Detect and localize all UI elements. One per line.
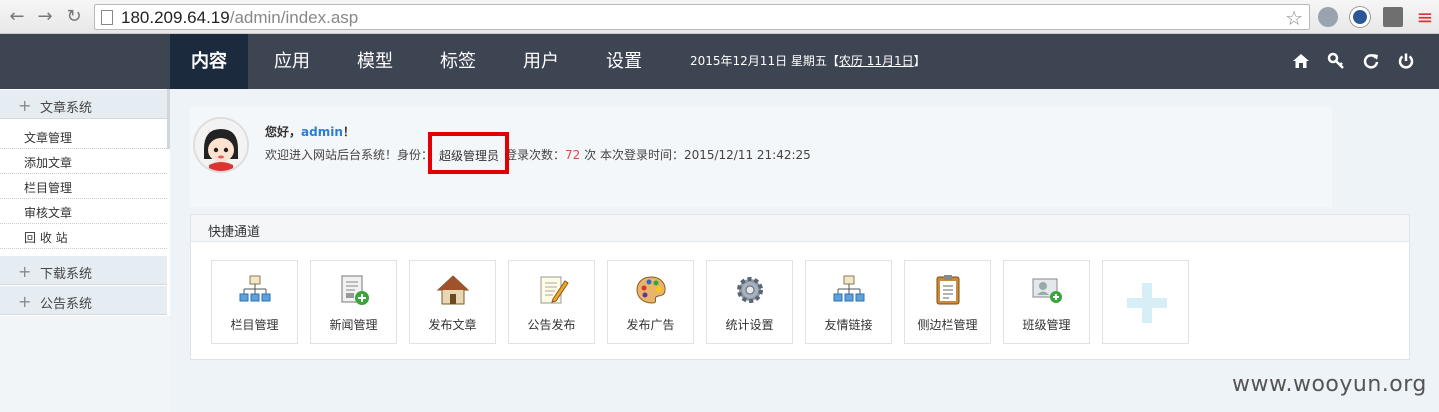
sitemap-icon xyxy=(239,275,271,302)
sidebar-group-downloads[interactable]: + 下载系统 xyxy=(0,255,167,285)
quick-tile-column-manage[interactable]: 栏目管理 xyxy=(211,260,298,344)
quick-tile-publish-notice[interactable]: 公告发布 xyxy=(508,260,595,344)
date-display: 2015年12月11日 星期五【农历 11月1日】 xyxy=(690,54,926,68)
address-bar[interactable]: 180.209.64.19/admin/index.asp ☆ xyxy=(94,4,1310,30)
login-info: 欢迎进入网站后台系统！身份： 登录次数：72 次 本次登录时间：2015/12/1… xyxy=(265,148,811,162)
page-icon xyxy=(101,10,113,25)
greeting: 您好，admin！ xyxy=(265,125,355,139)
menu-icon[interactable]: ≡ xyxy=(1414,6,1436,28)
news-add-icon xyxy=(341,275,369,305)
tile-label: 新闻管理 xyxy=(329,318,378,332)
extension-icon[interactable] xyxy=(1383,7,1403,27)
plus-icon: + xyxy=(18,262,32,281)
tile-label: 统计设置 xyxy=(725,318,774,332)
quick-access-panel: 快捷通道 栏目管理 新闻管理 发布文章 公告发布 发布广告 统计设置 友情链接 xyxy=(190,214,1410,360)
plus-icon: + xyxy=(18,96,32,115)
sidebar: + 文章系统 文章管理 添加文章 栏目管理 审核文章 回 收 站 + 下载系统 … xyxy=(0,89,171,412)
tile-label: 友情链接 xyxy=(824,318,873,332)
tab-tags[interactable]: 标签 xyxy=(418,34,498,89)
login-count: 72 xyxy=(565,148,581,162)
notepad-pencil-icon xyxy=(540,276,569,304)
tab-users[interactable]: 用户 xyxy=(501,34,581,89)
sidebar-item-review-article[interactable]: 审核文章 xyxy=(0,199,167,224)
sidebar-group-articles[interactable]: + 文章系统 xyxy=(0,89,167,119)
username-link[interactable]: admin xyxy=(301,125,343,139)
item-label: 审核文章 xyxy=(24,206,73,220)
group-label: 文章系统 xyxy=(40,101,93,116)
sitemap-icon xyxy=(833,275,865,302)
quick-tile-add[interactable] xyxy=(1102,260,1189,344)
key-icon[interactable] xyxy=(1327,52,1345,70)
tile-label: 发布文章 xyxy=(428,318,477,332)
tile-label: 发布广告 xyxy=(626,318,675,332)
tab-content[interactable]: 内容 xyxy=(170,34,248,89)
sidebar-item-article-manage[interactable]: 文章管理 xyxy=(0,124,167,149)
tab-apps[interactable]: 应用 xyxy=(252,34,332,89)
quick-tile-class-manage[interactable]: 班级管理 xyxy=(1003,260,1090,344)
tile-label: 侧边栏管理 xyxy=(917,318,978,332)
group-label: 下载系统 xyxy=(40,267,93,282)
item-label: 栏目管理 xyxy=(24,181,73,195)
ie-tab-icon[interactable] xyxy=(1350,7,1370,27)
main-content: 您好，admin！ 欢迎进入网站后台系统！身份： 登录次数：72 次 本次登录时间… xyxy=(170,89,1439,412)
sidebar-item-column-manage[interactable]: 栏目管理 xyxy=(0,174,167,199)
item-label: 回 收 站 xyxy=(24,231,68,245)
power-icon[interactable] xyxy=(1397,52,1415,70)
role-text: 超级管理员 xyxy=(439,149,500,163)
forward-arrow-icon[interactable]: → xyxy=(34,6,56,28)
tile-label: 班级管理 xyxy=(1022,318,1071,332)
back-arrow-icon[interactable]: ← xyxy=(6,6,28,28)
sidebar-empty-area xyxy=(0,316,170,412)
url-text: 180.209.64.19/admin/index.asp xyxy=(121,8,359,27)
quick-tile-news-manage[interactable]: 新闻管理 xyxy=(310,260,397,344)
tab-models[interactable]: 模型 xyxy=(335,34,415,89)
quick-tile-publish-ad[interactable]: 发布广告 xyxy=(607,260,694,344)
quick-tile-publish-article[interactable]: 发布文章 xyxy=(409,260,496,344)
quick-tile-friend-links[interactable]: 友情链接 xyxy=(805,260,892,344)
lunar-date-link[interactable]: 农历 11月1日 xyxy=(839,54,914,68)
item-label: 添加文章 xyxy=(24,156,73,170)
reload-icon[interactable]: ↻ xyxy=(63,6,85,28)
group-label: 公告系统 xyxy=(40,297,93,312)
tile-label: 栏目管理 xyxy=(230,318,279,332)
sidebar-group-notices[interactable]: + 公告系统 xyxy=(0,285,167,315)
gear-icon xyxy=(737,277,763,303)
top-navigation: 内容 应用 模型 标签 用户 设置 2015年12月11日 星期五【农历 11月… xyxy=(0,34,1439,89)
tile-label: 公告发布 xyxy=(527,318,576,332)
home-icon[interactable] xyxy=(1292,52,1310,70)
plus-icon: + xyxy=(18,292,32,311)
item-label: 文章管理 xyxy=(24,131,73,145)
refresh-icon[interactable] xyxy=(1362,52,1380,70)
clipboard-icon xyxy=(936,275,960,305)
quick-tile-sidebar-manage[interactable]: 侧边栏管理 xyxy=(904,260,991,344)
plus-icon xyxy=(1127,283,1167,323)
tab-settings[interactable]: 设置 xyxy=(584,34,664,89)
watermark: www.wooyun.org xyxy=(1232,372,1427,397)
house-icon xyxy=(436,275,470,305)
quick-tile-stats-settings[interactable]: 统计设置 xyxy=(706,260,793,344)
avatar xyxy=(193,117,249,173)
role-highlight-box: 超级管理员 xyxy=(428,132,509,174)
user-card-add-icon xyxy=(1032,278,1062,303)
sidebar-item-recycle-bin[interactable]: 回 收 站 xyxy=(0,224,167,249)
browser-toolbar: ← → ↻ 180.209.64.19/admin/index.asp ☆ ≡ xyxy=(0,0,1439,34)
globe-icon[interactable] xyxy=(1318,7,1338,27)
sidebar-item-add-article[interactable]: 添加文章 xyxy=(0,149,167,174)
quick-access-title: 快捷通道 xyxy=(191,215,1409,242)
palette-icon xyxy=(636,276,666,304)
bookmark-star-icon[interactable]: ☆ xyxy=(1285,6,1303,30)
